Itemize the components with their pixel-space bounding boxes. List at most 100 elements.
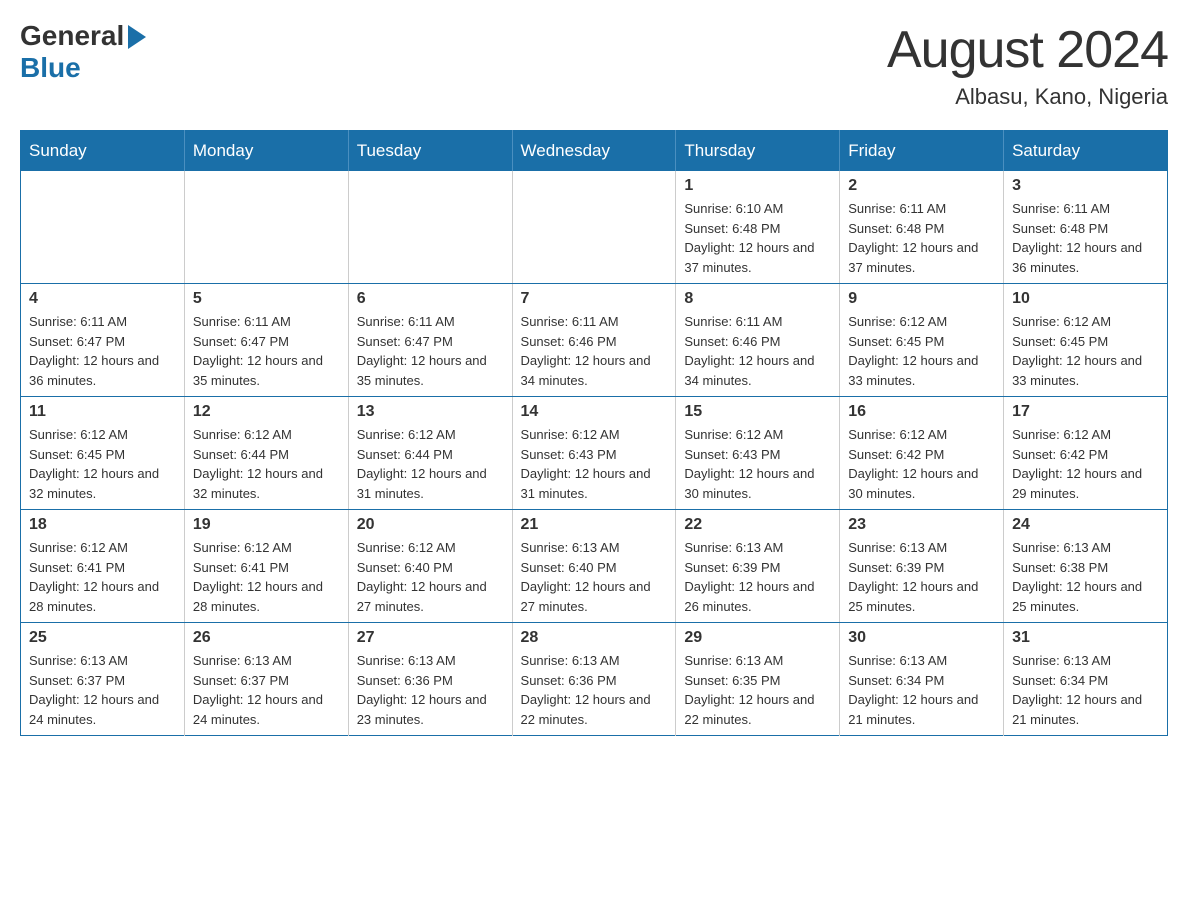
day-number: 9 <box>848 290 995 308</box>
day-number: 31 <box>1012 629 1159 647</box>
day-info-line: Daylight: 12 hours and 37 minutes. <box>684 238 831 277</box>
day-info-line: Sunrise: 6:12 AM <box>193 538 340 558</box>
calendar-cell-week4-day4: 21Sunrise: 6:13 AMSunset: 6:40 PMDayligh… <box>512 510 676 623</box>
day-info-line: Sunrise: 6:12 AM <box>357 425 504 445</box>
day-number: 21 <box>521 516 668 534</box>
calendar-cell-week3-day7: 17Sunrise: 6:12 AMSunset: 6:42 PMDayligh… <box>1004 397 1168 510</box>
day-number: 2 <box>848 177 995 195</box>
calendar-cell-week4-day3: 20Sunrise: 6:12 AMSunset: 6:40 PMDayligh… <box>348 510 512 623</box>
day-info-line: Daylight: 12 hours and 30 minutes. <box>848 464 995 503</box>
calendar-cell-week2-day7: 10Sunrise: 6:12 AMSunset: 6:45 PMDayligh… <box>1004 284 1168 397</box>
day-info-line: Sunrise: 6:11 AM <box>357 312 504 332</box>
day-info-line: Sunset: 6:41 PM <box>193 558 340 578</box>
day-number: 23 <box>848 516 995 534</box>
calendar-cell-week3-day4: 14Sunrise: 6:12 AMSunset: 6:43 PMDayligh… <box>512 397 676 510</box>
day-info-line: Daylight: 12 hours and 27 minutes. <box>521 577 668 616</box>
calendar-cell-week3-day6: 16Sunrise: 6:12 AMSunset: 6:42 PMDayligh… <box>840 397 1004 510</box>
day-info-line: Sunrise: 6:13 AM <box>1012 651 1159 671</box>
calendar-cell-week4-day6: 23Sunrise: 6:13 AMSunset: 6:39 PMDayligh… <box>840 510 1004 623</box>
day-info-line: Sunrise: 6:13 AM <box>193 651 340 671</box>
day-info-line: Sunrise: 6:11 AM <box>521 312 668 332</box>
calendar-cell-week4-day7: 24Sunrise: 6:13 AMSunset: 6:38 PMDayligh… <box>1004 510 1168 623</box>
day-info-line: Sunset: 6:48 PM <box>848 219 995 239</box>
day-info-line: Daylight: 12 hours and 30 minutes. <box>684 464 831 503</box>
day-info-line: Daylight: 12 hours and 31 minutes. <box>357 464 504 503</box>
calendar-cell-week5-day1: 25Sunrise: 6:13 AMSunset: 6:37 PMDayligh… <box>21 623 185 736</box>
day-info-line: Daylight: 12 hours and 23 minutes. <box>357 690 504 729</box>
day-number: 22 <box>684 516 831 534</box>
calendar-cell-week3-day1: 11Sunrise: 6:12 AMSunset: 6:45 PMDayligh… <box>21 397 185 510</box>
calendar-cell-week2-day1: 4Sunrise: 6:11 AMSunset: 6:47 PMDaylight… <box>21 284 185 397</box>
calendar-cell-week1-day6: 2Sunrise: 6:11 AMSunset: 6:48 PMDaylight… <box>840 171 1004 284</box>
title-block: August 2024 Albasu, Kano, Nigeria <box>887 20 1168 110</box>
day-info-line: Sunset: 6:37 PM <box>29 671 176 691</box>
day-info-line: Daylight: 12 hours and 32 minutes. <box>29 464 176 503</box>
calendar-cell-week1-day1 <box>21 171 185 284</box>
calendar-cell-week2-day6: 9Sunrise: 6:12 AMSunset: 6:45 PMDaylight… <box>840 284 1004 397</box>
day-number: 11 <box>29 403 176 421</box>
day-info-line: Daylight: 12 hours and 24 minutes. <box>193 690 340 729</box>
day-info-line: Sunset: 6:46 PM <box>684 332 831 352</box>
day-info-line: Sunrise: 6:12 AM <box>521 425 668 445</box>
day-number: 8 <box>684 290 831 308</box>
day-info-line: Sunrise: 6:13 AM <box>848 651 995 671</box>
day-info-line: Sunrise: 6:13 AM <box>684 651 831 671</box>
calendar-cell-week3-day3: 13Sunrise: 6:12 AMSunset: 6:44 PMDayligh… <box>348 397 512 510</box>
day-info-line: Sunrise: 6:10 AM <box>684 199 831 219</box>
calendar-cell-week4-day2: 19 Sunrise: 6:12 AMSunset: 6:41 PMDayligh… <box>184 510 348 623</box>
day-info-line: Daylight: 12 hours and 27 minutes. <box>357 577 504 616</box>
day-info-line: Sunrise: 6:13 AM <box>521 651 668 671</box>
day-info-line: Daylight: 12 hours and 37 minutes. <box>848 238 995 277</box>
calendar-header-wednesday: Wednesday <box>512 131 676 172</box>
calendar-cell-week3-day2: 12Sunrise: 6:12 AMSunset: 6:44 PMDayligh… <box>184 397 348 510</box>
day-number: 29 <box>684 629 831 647</box>
logo-general-text: General <box>20 20 124 52</box>
day-number: 14 <box>521 403 668 421</box>
calendar-cell-week5-day6: 30Sunrise: 6:13 AMSunset: 6:34 PMDayligh… <box>840 623 1004 736</box>
day-info-line: Daylight: 12 hours and 35 minutes. <box>193 351 340 390</box>
day-number: 16 <box>848 403 995 421</box>
day-info-line: Daylight: 12 hours and 29 minutes. <box>1012 464 1159 503</box>
day-info-line: Sunrise: 6:12 AM <box>1012 312 1159 332</box>
day-number: 27 <box>357 629 504 647</box>
calendar-cell-week1-day2 <box>184 171 348 284</box>
day-info-line: Sunset: 6:41 PM <box>29 558 176 578</box>
day-info-line: Daylight: 12 hours and 21 minutes. <box>848 690 995 729</box>
day-info-line: Sunrise: 6:12 AM <box>29 425 176 445</box>
day-info-line: Sunset: 6:36 PM <box>357 671 504 691</box>
day-info-line: Sunset: 6:43 PM <box>684 445 831 465</box>
calendar-cell-week2-day3: 6Sunrise: 6:11 AMSunset: 6:47 PMDaylight… <box>348 284 512 397</box>
day-info-line: Daylight: 12 hours and 33 minutes. <box>848 351 995 390</box>
day-info-line: Sunrise: 6:11 AM <box>193 312 340 332</box>
day-number: 28 <box>521 629 668 647</box>
day-info-line: Daylight: 12 hours and 25 minutes. <box>848 577 995 616</box>
day-number: 30 <box>848 629 995 647</box>
day-info-line: Sunrise: 6:12 AM <box>29 538 176 558</box>
day-info-line: Daylight: 12 hours and 25 minutes. <box>1012 577 1159 616</box>
day-info-line: Daylight: 12 hours and 26 minutes. <box>684 577 831 616</box>
day-info-line: Sunset: 6:45 PM <box>1012 332 1159 352</box>
page-header: General Blue August 2024 Albasu, Kano, N… <box>20 20 1168 110</box>
day-info-line: Daylight: 12 hours and 35 minutes. <box>357 351 504 390</box>
calendar-week-4: 18Sunrise: 6:12 AMSunset: 6:41 PMDayligh… <box>21 510 1168 623</box>
calendar-header-friday: Friday <box>840 131 1004 172</box>
day-info-line: Sunset: 6:37 PM <box>193 671 340 691</box>
day-number: 19 <box>193 516 340 534</box>
day-info-line: Daylight: 12 hours and 28 minutes. <box>193 577 340 616</box>
calendar-cell-week4-day5: 22Sunrise: 6:13 AMSunset: 6:39 PMDayligh… <box>676 510 840 623</box>
day-number: 13 <box>357 403 504 421</box>
day-info-line: Daylight: 12 hours and 31 minutes. <box>521 464 668 503</box>
day-info-line: Daylight: 12 hours and 33 minutes. <box>1012 351 1159 390</box>
day-info-line: Sunrise: 6:13 AM <box>1012 538 1159 558</box>
calendar-week-5: 25Sunrise: 6:13 AMSunset: 6:37 PMDayligh… <box>21 623 1168 736</box>
calendar-week-1: 1Sunrise: 6:10 AMSunset: 6:48 PMDaylight… <box>21 171 1168 284</box>
day-info-line: Sunset: 6:42 PM <box>848 445 995 465</box>
day-info-line: Sunset: 6:34 PM <box>1012 671 1159 691</box>
day-info-line: Daylight: 12 hours and 34 minutes. <box>684 351 831 390</box>
day-info-line: Sunrise: 6:12 AM <box>193 425 340 445</box>
day-info-line: Sunset: 6:44 PM <box>193 445 340 465</box>
location-title: Albasu, Kano, Nigeria <box>887 84 1168 110</box>
day-info-line: Sunset: 6:35 PM <box>684 671 831 691</box>
calendar-cell-week2-day2: 5Sunrise: 6:11 AMSunset: 6:47 PMDaylight… <box>184 284 348 397</box>
month-title: August 2024 <box>887 20 1168 80</box>
